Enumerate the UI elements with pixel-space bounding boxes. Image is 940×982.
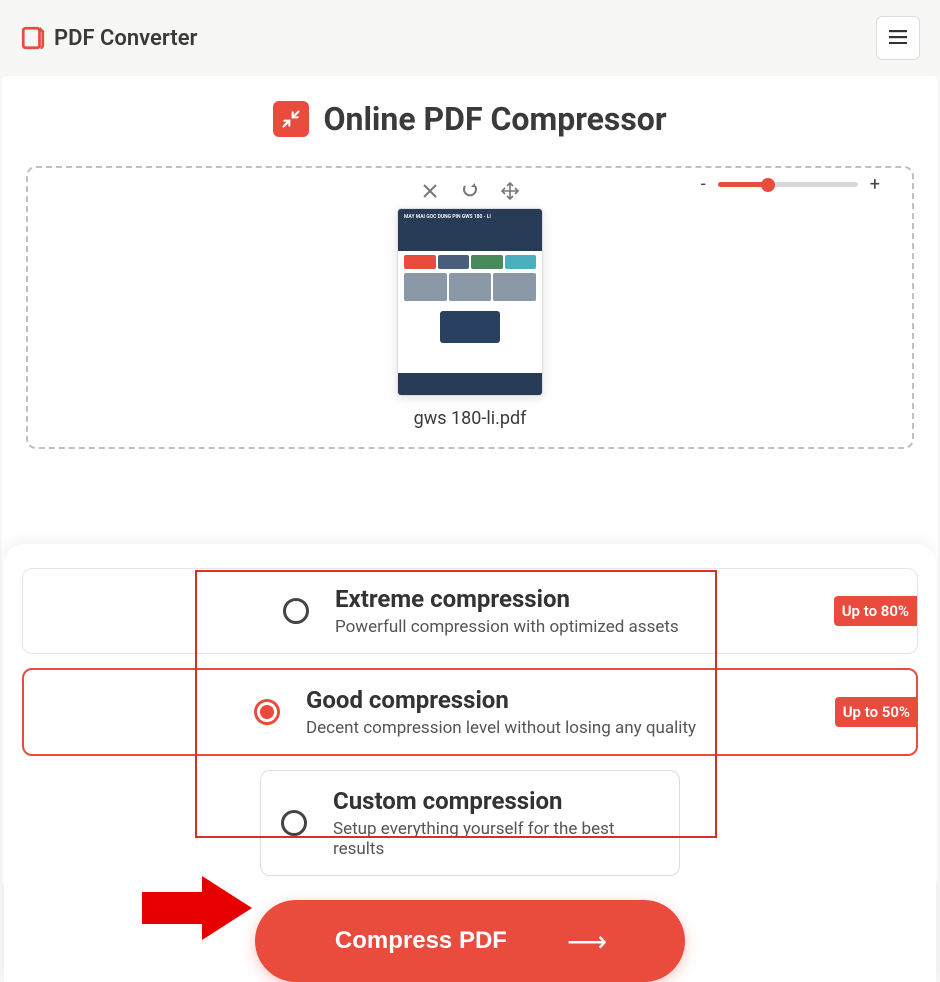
file-dropzone[interactable]: - + [26, 166, 914, 449]
option-good-title: Good compression [306, 686, 896, 714]
radio-extreme[interactable] [283, 598, 309, 624]
header: PDF Converter [0, 0, 940, 76]
option-extreme-subtitle: Powerfull compression with optimized ass… [335, 617, 897, 637]
option-good-subtitle: Decent compression level without losing … [306, 718, 896, 738]
radio-custom[interactable] [281, 810, 307, 836]
rotate-icon[interactable] [461, 182, 479, 200]
zoom-controls: - + [701, 174, 880, 195]
compress-icon [273, 101, 309, 137]
option-custom-subtitle: Setup everything yourself for the best r… [333, 819, 659, 859]
option-custom-title: Custom compression [333, 787, 659, 815]
file-name: gws 180-li.pdf [414, 408, 527, 429]
zoom-slider[interactable] [718, 182, 858, 187]
compress-button-label: Compress PDF [335, 927, 507, 955]
main-panel: Online PDF Compressor - + [2, 76, 938, 883]
zoom-slider-thumb[interactable] [761, 178, 775, 192]
compression-options: Extreme compression Powerfull compressio… [4, 544, 936, 982]
file-thumbnail-wrap: MAY MAI GOC DUNG PIN GWS 180 - LI — [42, 208, 898, 429]
option-good[interactable]: Good compression Decent compression leve… [22, 668, 918, 756]
option-extreme[interactable]: Extreme compression Powerfull compressio… [22, 568, 918, 654]
zoom-in-button[interactable]: + [870, 174, 880, 195]
page-title: Online PDF Compressor [2, 100, 938, 138]
hamburger-icon [889, 28, 907, 49]
compress-button[interactable]: Compress PDF ⟶ [255, 900, 685, 982]
zoom-out-button[interactable]: - [701, 174, 706, 195]
option-extreme-badge: Up to 80% [834, 596, 917, 626]
file-thumbnail[interactable]: MAY MAI GOC DUNG PIN GWS 180 - LI — [397, 208, 543, 396]
brand-icon [20, 25, 46, 51]
hamburger-menu-button[interactable] [876, 16, 920, 60]
remove-file-icon[interactable] [421, 182, 439, 200]
page-title-text: Online PDF Compressor [323, 100, 666, 138]
option-extreme-title: Extreme compression [335, 585, 897, 613]
arrow-right-icon: ⟶ [567, 925, 605, 958]
option-custom[interactable]: Custom compression Setup everything your… [260, 770, 680, 876]
brand-logo[interactable]: PDF Converter [20, 25, 197, 51]
move-icon[interactable] [501, 182, 519, 200]
radio-good[interactable] [254, 699, 280, 725]
option-good-badge: Up to 50% [835, 697, 918, 727]
brand-text: PDF Converter [54, 26, 197, 51]
